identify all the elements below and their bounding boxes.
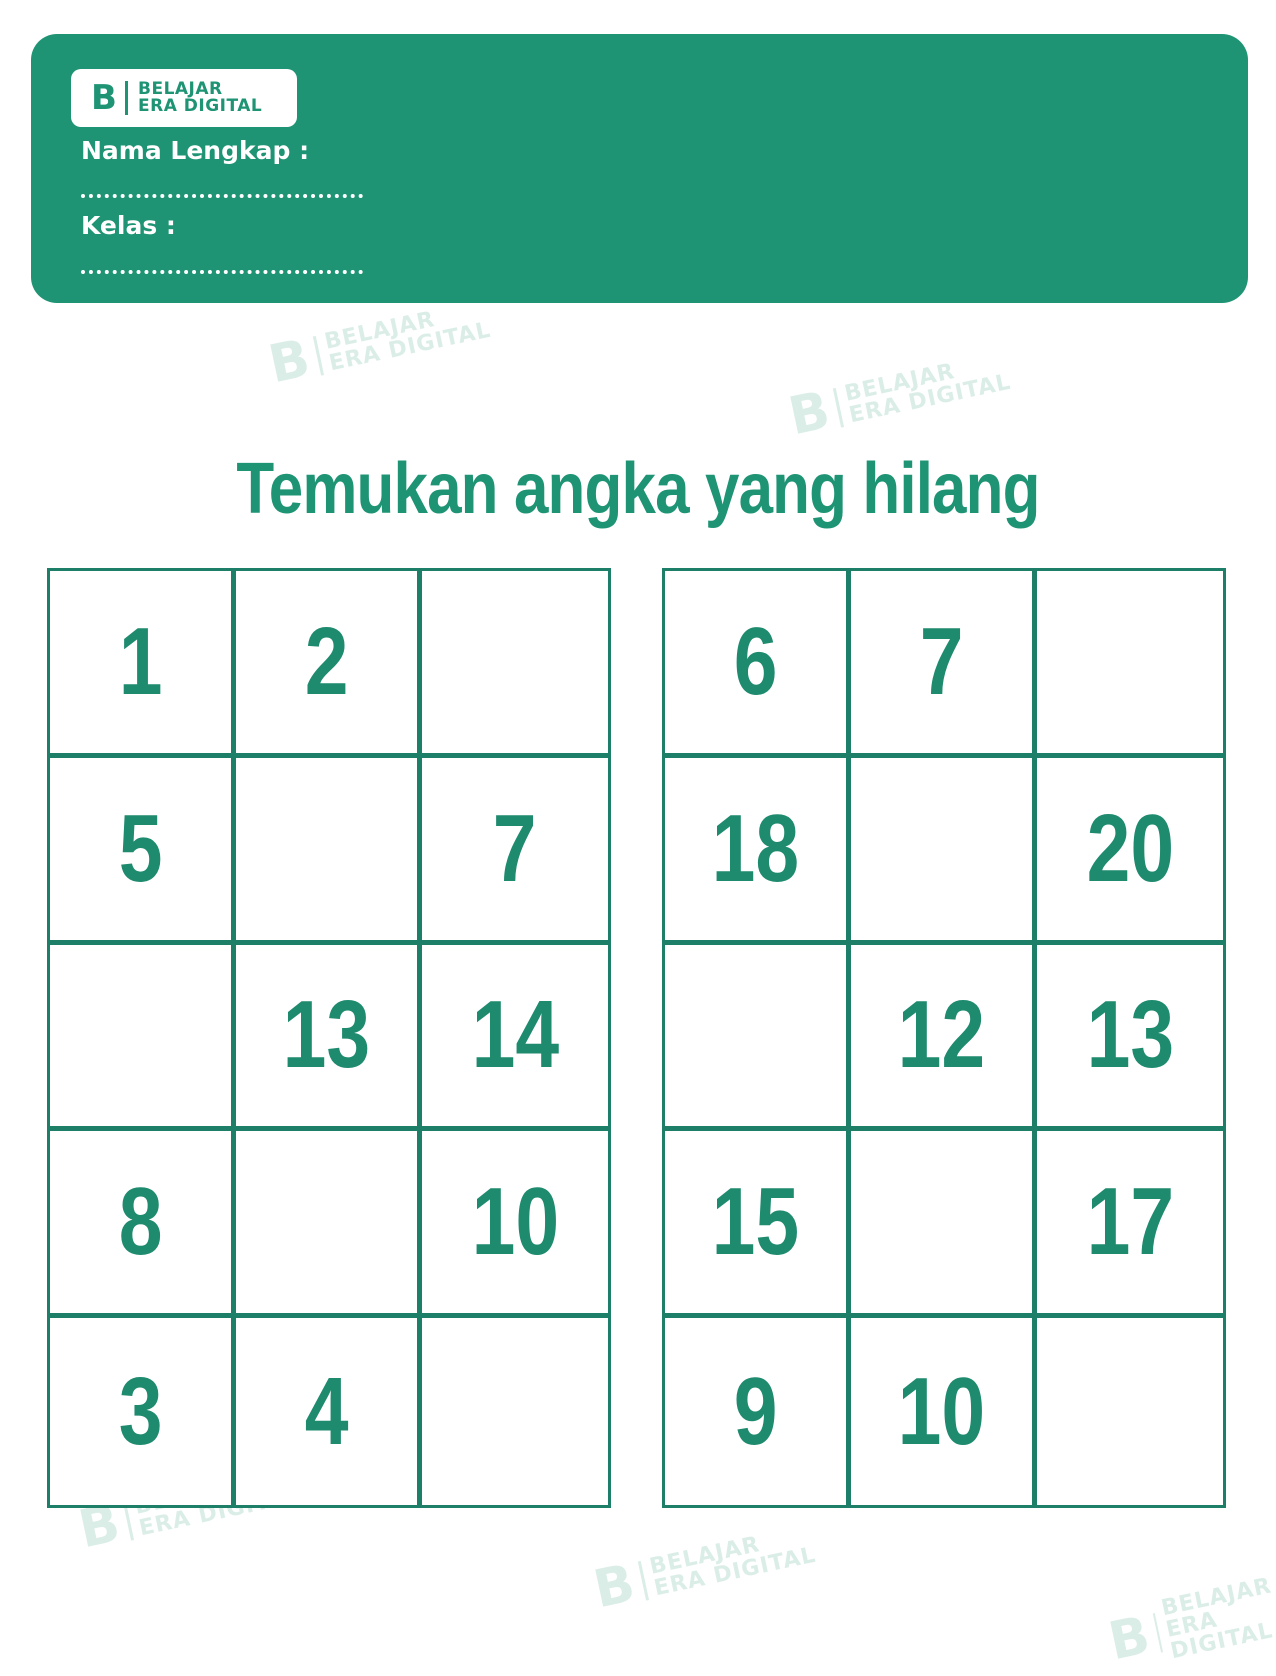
grid-cell: 6	[665, 571, 851, 758]
brand-logo-text: BELAJAR ERA DIGITAL	[138, 81, 262, 115]
student-info-header: B BELAJAR ERA DIGITAL Nama Lengkap : Kel…	[31, 34, 1248, 303]
grid-cell: 13	[1037, 945, 1223, 1132]
watermark-text: BELAJARERA DIGITAL	[322, 307, 494, 377]
grid-cell: 20	[1037, 758, 1223, 945]
watermark-text: BELAJARERA DIGITAL	[647, 1532, 819, 1602]
grid-cell: 3	[50, 1318, 236, 1505]
watermark-mark: B	[783, 380, 836, 448]
class-label: Kelas :	[81, 211, 176, 240]
grid-cell: 7	[851, 571, 1037, 758]
grid-cell: 10	[851, 1318, 1037, 1505]
watermark-text: BELAJARERA DIGITAL	[842, 359, 1014, 429]
grid-cell-blank[interactable]	[236, 1131, 422, 1319]
grid-cell: 10	[422, 1131, 608, 1319]
grid-cell: 2	[236, 571, 422, 758]
watermark-mark: B	[263, 328, 316, 396]
watermark-divider	[832, 387, 844, 428]
grid-cell: 1	[50, 571, 236, 758]
number-grid-left: 1 2 5 7 13 14 8 10 3 4	[47, 568, 611, 1508]
grid-cell: 5	[50, 757, 236, 945]
name-label: Nama Lengkap :	[81, 136, 310, 165]
grid-cell-blank[interactable]	[665, 944, 851, 1132]
grid-cell-blank[interactable]	[1037, 571, 1223, 758]
grid-cell-blank[interactable]	[422, 571, 608, 758]
watermark-logo: B BELAJARERA DIGITAL	[588, 1519, 819, 1621]
grid-cell-blank[interactable]	[1037, 1318, 1223, 1505]
grid-cell-blank[interactable]	[50, 944, 236, 1132]
watermark-logo: B BELAJARERA DIGITAL	[263, 294, 494, 396]
brand-logo-icon: B	[91, 78, 117, 118]
grid-cell: 18	[665, 757, 851, 945]
watermark-mark: B	[588, 1553, 641, 1621]
watermark-logo: B BELAJARERA DIGITAL	[783, 346, 1014, 448]
watermark-divider	[312, 335, 324, 376]
grid-cell: 17	[1037, 1131, 1223, 1319]
grid-cell: 13	[236, 944, 422, 1132]
grid-cell-blank[interactable]	[236, 757, 422, 945]
watermark-divider	[1152, 1613, 1163, 1653]
grid-cell-blank[interactable]	[851, 1131, 1037, 1319]
grid-cell: 15	[665, 1131, 851, 1319]
watermark-divider	[637, 1560, 649, 1601]
logo-divider	[125, 81, 128, 115]
grid-cell: 9	[665, 1318, 851, 1505]
class-field[interactable]	[81, 270, 363, 274]
grid-cell: 14	[422, 945, 608, 1132]
watermark-logo: B BELAJARERA DIGITAL	[1103, 1573, 1276, 1675]
grid-cell: 8	[50, 1131, 236, 1319]
page-title: Temukan angka yang hilang	[236, 449, 1040, 529]
watermark-text: BELAJARERA DIGITAL	[1159, 1573, 1276, 1665]
watermark-mark: B	[1103, 1605, 1156, 1673]
grid-cell-blank[interactable]	[422, 1318, 608, 1505]
grid-cell-blank[interactable]	[851, 757, 1037, 945]
grid-cell: 4	[236, 1318, 422, 1505]
grid-cell: 7	[422, 758, 608, 945]
number-grid-right: 6 7 18 20 12 13 15 17 9 10	[662, 568, 1226, 1508]
brand-logo-line2: ERA DIGITAL	[138, 96, 263, 116]
brand-logo: B BELAJAR ERA DIGITAL	[71, 69, 297, 127]
name-field[interactable]	[81, 194, 363, 198]
grid-cell: 12	[851, 944, 1037, 1132]
